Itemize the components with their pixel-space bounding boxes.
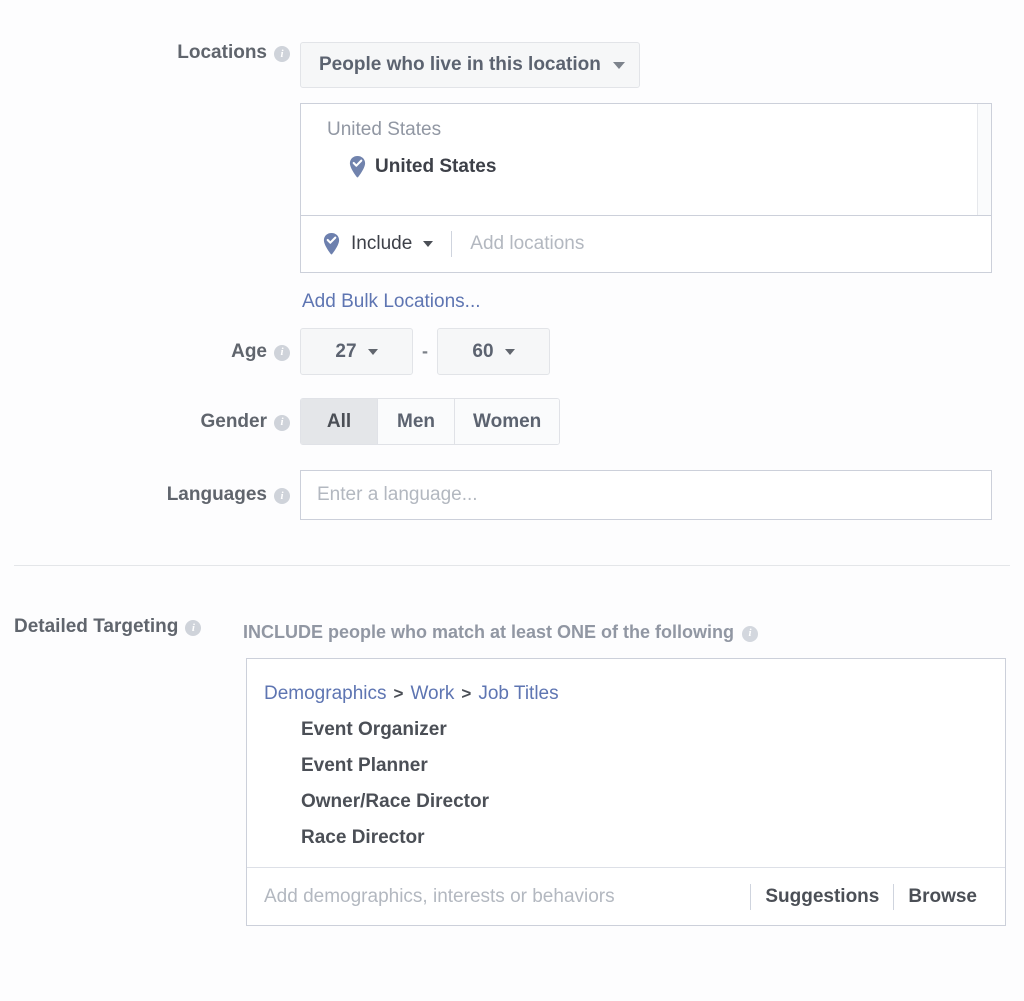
breadcrumb-item-demographics[interactable]: Demographics [264, 683, 387, 705]
detailed-targeting-input[interactable]: Add demographics, interests or behaviors [264, 886, 750, 908]
add-locations-input[interactable]: Add locations [452, 233, 991, 255]
age-row: Age i 27 - 60 [0, 328, 550, 375]
gender-row: Gender i All Men Women [0, 398, 561, 445]
map-pin-check-icon [349, 156, 366, 178]
gender-label: Gender [200, 410, 267, 432]
languages-label-group: Languages i [0, 484, 300, 506]
locations-control: People who live in this location United … [300, 42, 992, 313]
detailed-targeting-subtitle: INCLUDE people who match at least ONE of… [243, 622, 735, 642]
list-item[interactable]: United States [301, 142, 991, 178]
breadcrumb-item-job-titles[interactable]: Job Titles [478, 683, 558, 705]
detailed-targeting-box: Demographics > Work > Job Titles Event O… [246, 658, 1006, 926]
chevron-down-icon [612, 61, 625, 69]
gender-option-women[interactable]: Women [455, 399, 560, 444]
languages-label: Languages [166, 484, 267, 505]
detailed-targeting-footer: Add demographics, interests or behaviors… [247, 867, 1005, 925]
browse-button[interactable]: Browse [894, 886, 991, 908]
list-item[interactable]: Owner/Race Director [247, 777, 1005, 813]
locations-scrollbar[interactable] [977, 104, 991, 215]
selected-locations-list: United States United States [300, 103, 992, 215]
breadcrumb-item-work[interactable]: Work [410, 683, 454, 705]
info-icon[interactable]: i [185, 620, 202, 636]
location-scope-value: People who live in this location [319, 54, 601, 75]
breadcrumb-separator: > [461, 684, 472, 703]
add-bulk-locations-link[interactable]: Add Bulk Locations... [302, 291, 481, 313]
age-label-group: Age i [0, 341, 300, 363]
breadcrumb: Demographics > Work > Job Titles [247, 683, 1005, 705]
location-scope-dropdown[interactable]: People who live in this location [300, 42, 640, 88]
detailed-targeting-subtitle-group: INCLUDE people who match at least ONE of… [243, 622, 759, 643]
age-min-dropdown[interactable]: 27 [300, 328, 413, 375]
include-dropdown-value: Include [351, 233, 413, 254]
location-add-row: Include Add locations [300, 215, 992, 273]
locations-label: Locations [177, 42, 267, 63]
info-icon[interactable]: i [274, 344, 290, 361]
gender-label-group: Gender i [0, 411, 300, 433]
languages-input[interactable]: Enter a language... [300, 470, 992, 520]
chevron-down-icon [367, 348, 378, 355]
list-item[interactable]: Event Planner [247, 741, 1005, 777]
chevron-down-icon [423, 241, 434, 247]
locations-group-heading: United States [327, 119, 442, 140]
gender-option-men[interactable]: Men [378, 399, 455, 444]
gender-segmented-control: All Men Women [300, 398, 561, 445]
locations-label-group: Locations i [0, 42, 300, 64]
list-item[interactable]: Event Organizer [247, 705, 1005, 741]
gender-option-all[interactable]: All [301, 399, 378, 444]
age-min-value: 27 [335, 340, 357, 362]
detailed-targeting-label: Detailed Targeting [14, 616, 179, 637]
selected-location-name: United States [375, 156, 497, 177]
section-divider [14, 565, 1010, 566]
age-label: Age [231, 340, 267, 362]
info-icon[interactable]: i [274, 46, 290, 62]
targeting-selection-list: Demographics > Work > Job Titles Event O… [247, 659, 1005, 867]
info-icon[interactable]: i [742, 625, 759, 642]
age-max-dropdown[interactable]: 60 [437, 328, 550, 375]
suggestions-button[interactable]: Suggestions [751, 886, 893, 908]
age-range-separator: - [422, 341, 428, 361]
age-max-value: 60 [472, 340, 494, 362]
list-item[interactable]: Race Director [247, 813, 1005, 849]
breadcrumb-separator: > [393, 684, 404, 703]
include-exclude-dropdown[interactable]: Include [323, 233, 451, 255]
detailed-targeting-label-group: Detailed Targeting i [14, 616, 202, 638]
chevron-down-icon [504, 348, 515, 355]
map-pin-check-icon [323, 233, 340, 255]
languages-row: Languages i Enter a language... [0, 470, 992, 520]
age-range-control: 27 - 60 [300, 328, 550, 375]
locations-row: Locations i People who live in this loca… [0, 42, 992, 313]
info-icon[interactable]: i [274, 414, 290, 431]
info-icon[interactable]: i [274, 488, 290, 504]
